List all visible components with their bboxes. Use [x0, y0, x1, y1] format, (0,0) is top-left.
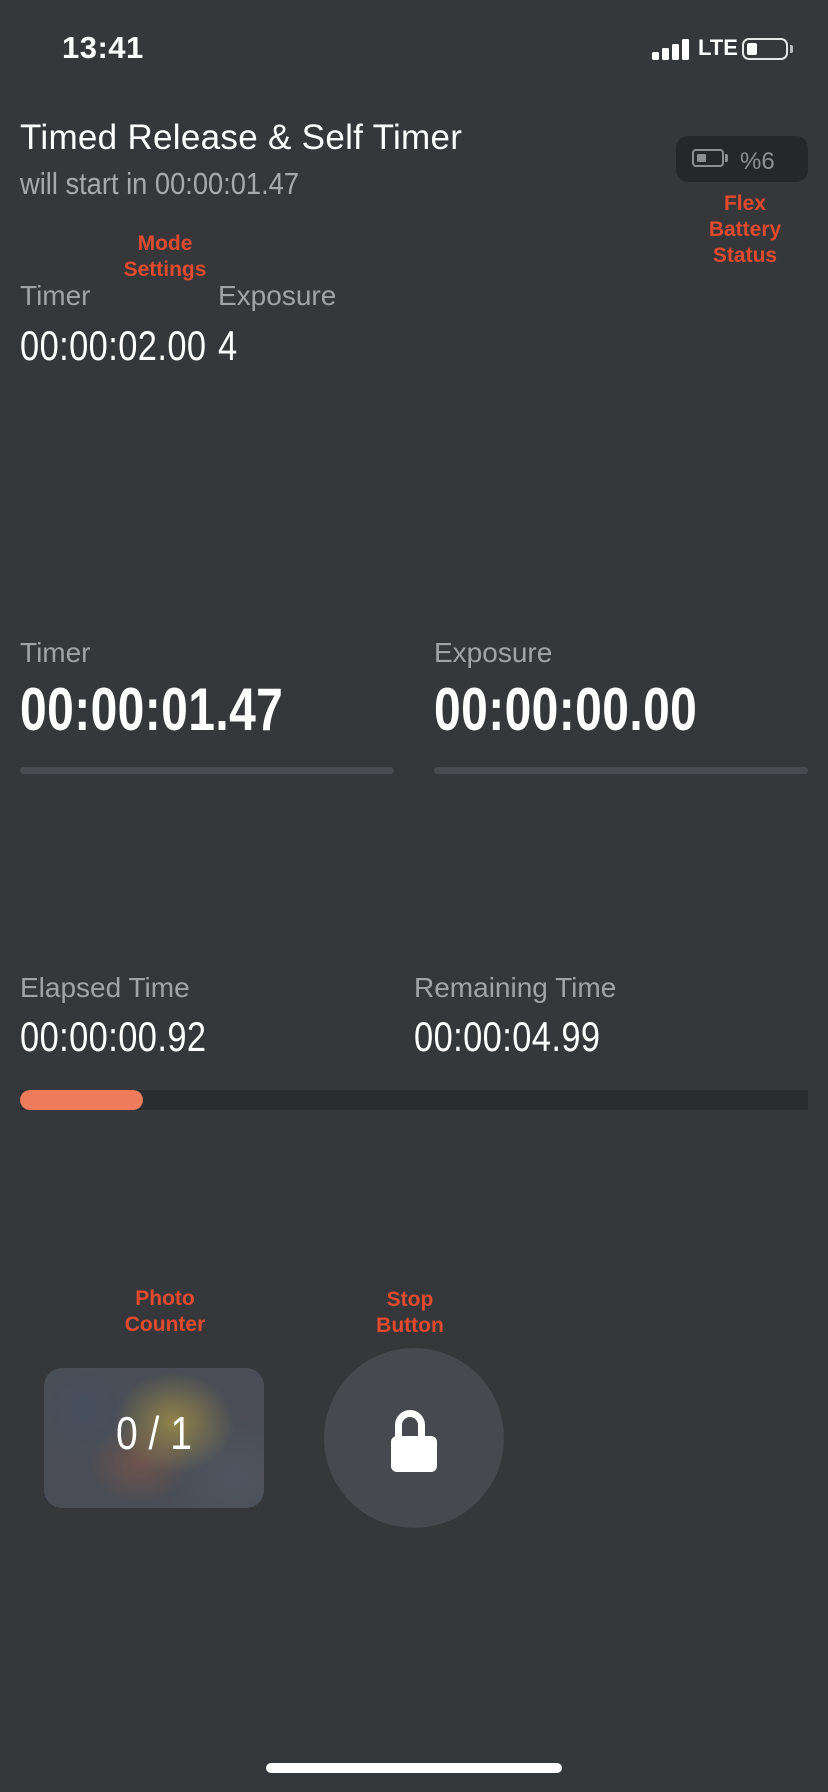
phone-battery-icon	[742, 38, 788, 60]
cellular-signal-icon	[652, 38, 692, 60]
flex-battery-percent: %6	[740, 148, 775, 175]
exposure-progress-bar	[434, 767, 808, 774]
countdown-exposure-value: 00:00:00.00	[434, 676, 698, 743]
annotation-stop-button: Stop Button	[376, 1288, 444, 1337]
network-type: LTE	[698, 35, 738, 60]
elapsed-time-value: 00:00:00.92	[20, 1013, 207, 1060]
annotation-mode-settings: Mode Settings	[123, 232, 207, 281]
page-title: Timed Release & Self Timer	[20, 118, 463, 157]
elapsed-time-label: Elapsed Time	[20, 972, 190, 1003]
countdown-exposure-label: Exposure	[434, 637, 553, 668]
photo-counter[interactable]: 0 / 1	[44, 1368, 264, 1508]
battery-icon	[692, 149, 724, 167]
mode-exposure-label: Exposure	[218, 280, 337, 311]
home-indicator	[266, 1763, 562, 1773]
mode-timer-value: 00:00:02.00	[20, 322, 207, 369]
battery-icon-tip	[725, 154, 728, 162]
start-countdown-text: will start in 00:00:01.47	[20, 166, 300, 201]
photo-counter-value: 0 / 1	[115, 1407, 193, 1459]
timer-progress-bar	[20, 767, 394, 774]
remaining-time-value: 00:00:04.99	[414, 1013, 601, 1060]
mode-timer-label: Timer	[20, 280, 91, 311]
session-progress-track	[20, 1090, 808, 1110]
phone-battery-tip	[790, 45, 793, 53]
lock-icon-body	[391, 1436, 437, 1472]
session-progress-fill	[20, 1090, 143, 1110]
annotation-flex-battery: Flex Battery Status	[708, 192, 782, 267]
countdown-timer-label: Timer	[20, 637, 91, 668]
annotation-photo-counter: Photo Counter	[124, 1287, 206, 1336]
remaining-time-label: Remaining Time	[414, 972, 617, 1003]
status-time: 13:41	[62, 30, 144, 65]
mode-exposure-value: 4	[218, 322, 238, 369]
countdown-timer-value: 00:00:01.47	[20, 676, 284, 743]
